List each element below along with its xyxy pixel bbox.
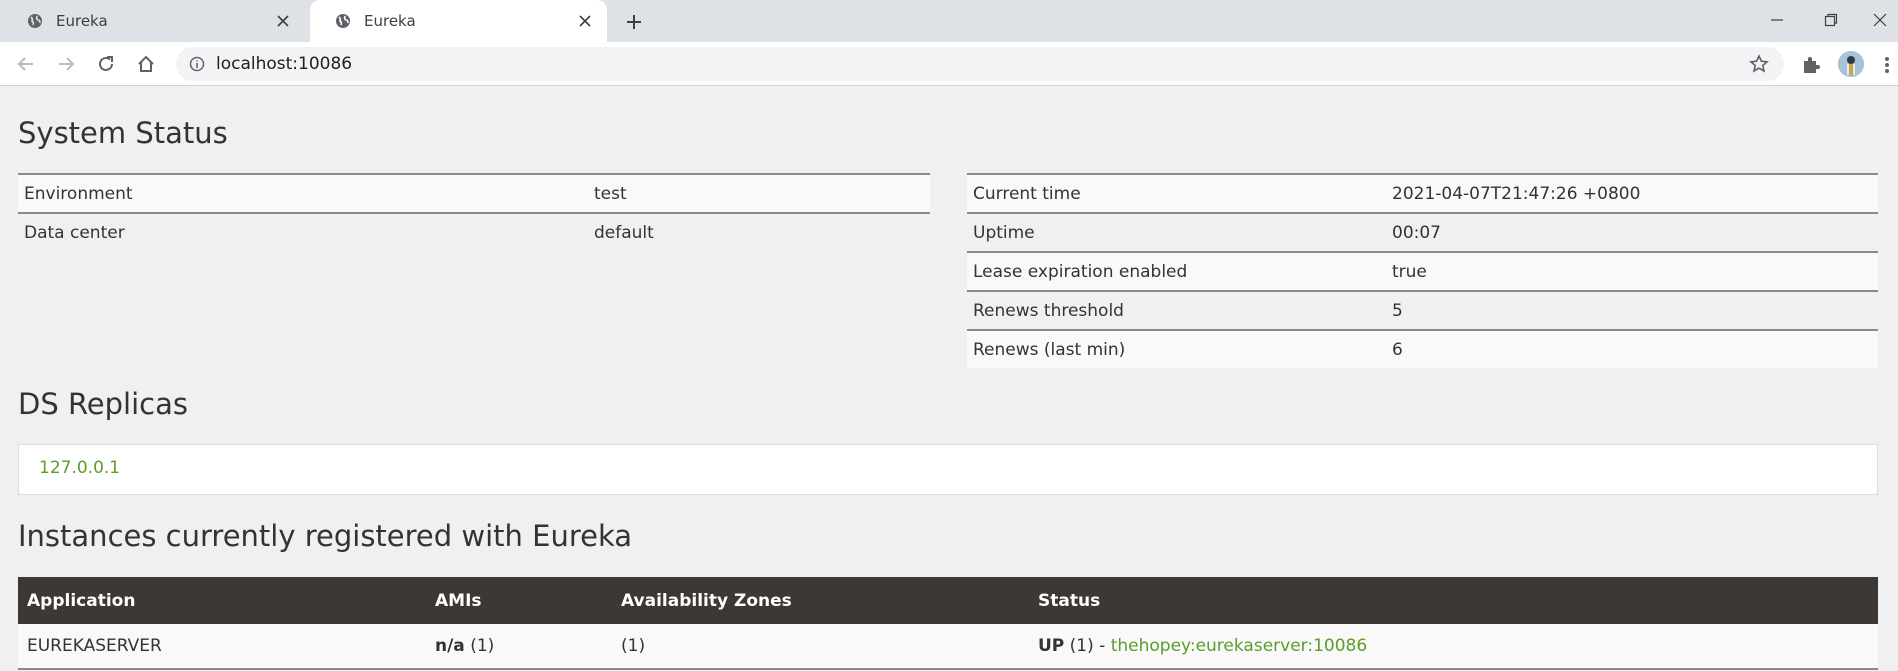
- table-row: Environment test: [18, 173, 930, 213]
- table-row: Lease expiration enabled true: [967, 251, 1878, 291]
- address-bar[interactable]: localhost:10086: [176, 47, 1784, 81]
- renews-threshold-value: 5: [1386, 290, 1878, 330]
- back-arrow-icon[interactable]: [12, 50, 40, 78]
- profile-avatar[interactable]: [1838, 51, 1864, 77]
- instances-heading: Instances currently registered with Eure…: [18, 519, 633, 553]
- col-application: Application: [18, 577, 426, 624]
- close-icon[interactable]: [575, 11, 595, 31]
- current-time-value: 2021-04-07T21:47:26 +0800: [1386, 173, 1878, 213]
- tab-eureka-2[interactable]: Eureka: [310, 0, 607, 42]
- table-row: Current time 2021-04-07T21:47:26 +0800: [967, 173, 1878, 213]
- tab-title: Eureka: [364, 12, 416, 30]
- environment-table: Environment test Data center default: [18, 173, 930, 251]
- more-vert-icon[interactable]: [1880, 52, 1894, 78]
- globe-icon: [26, 12, 44, 30]
- lease-expiration-label: Lease expiration enabled: [967, 251, 1386, 291]
- uptime-label: Uptime: [967, 212, 1386, 252]
- table-row: EUREKASERVER n/a (1) (1) UP (1) - thehop…: [18, 624, 1878, 670]
- table-row: Renews threshold 5: [967, 290, 1878, 330]
- forward-arrow-icon[interactable]: [52, 50, 80, 78]
- site-info-icon[interactable]: [188, 55, 206, 73]
- zones-cell: (1): [612, 624, 1029, 670]
- ds-replicas-panel: 127.0.0.1: [18, 444, 1878, 495]
- env-label: Environment: [18, 173, 588, 213]
- amis-cell: n/a (1): [426, 624, 612, 670]
- status-up: UP: [1038, 636, 1065, 656]
- tab-title: Eureka: [56, 12, 108, 30]
- env-value: test: [588, 173, 930, 213]
- status-cell: UP (1) - thehopey:eurekaserver:10086: [1029, 624, 1878, 670]
- table-row: Renews (last min) 6: [967, 329, 1878, 368]
- url-text[interactable]: localhost:10086: [216, 54, 352, 74]
- app-name: EUREKASERVER: [18, 624, 426, 670]
- window-close-icon[interactable]: [1862, 6, 1898, 34]
- tab-eureka-1[interactable]: Eureka: [0, 0, 305, 42]
- home-icon[interactable]: [132, 50, 160, 78]
- reload-icon[interactable]: [92, 50, 120, 78]
- restore-icon[interactable]: [1808, 6, 1854, 34]
- replica-link[interactable]: 127.0.0.1: [39, 458, 120, 478]
- amis-count: (1): [464, 636, 495, 656]
- datacenter-label: Data center: [18, 212, 588, 251]
- new-tab-plus-icon[interactable]: [621, 9, 647, 35]
- renews-threshold-label: Renews threshold: [967, 290, 1386, 330]
- extensions-puzzle-icon[interactable]: [1799, 53, 1823, 77]
- ds-replicas-heading: DS Replicas: [18, 387, 188, 421]
- tab-strip: Eureka Eureka: [0, 0, 1898, 42]
- table-row: Data center default: [18, 212, 930, 251]
- datacenter-value: default: [588, 212, 930, 251]
- renews-last-min-value: 6: [1386, 329, 1878, 368]
- instances-table: Application AMIs Availability Zones Stat…: [18, 577, 1878, 670]
- status-count: (1) -: [1064, 636, 1111, 656]
- browser-toolbar: localhost:10086: [0, 42, 1898, 86]
- status-info-table: Current time 2021-04-07T21:47:26 +0800 U…: [967, 173, 1878, 368]
- minimize-icon[interactable]: [1754, 6, 1800, 34]
- col-status: Status: [1029, 577, 1878, 624]
- renews-last-min-label: Renews (last min): [967, 329, 1386, 368]
- system-status-heading: System Status: [18, 116, 228, 150]
- uptime-value: 00:07: [1386, 212, 1878, 252]
- col-amis: AMIs: [426, 577, 612, 624]
- table-header-row: Application AMIs Availability Zones Stat…: [18, 577, 1878, 624]
- globe-icon: [334, 12, 352, 30]
- lease-expiration-value: true: [1386, 251, 1878, 291]
- close-icon[interactable]: [273, 11, 293, 31]
- instance-link[interactable]: thehopey:eurekaserver:10086: [1111, 636, 1367, 656]
- col-availability-zones: Availability Zones: [612, 577, 1029, 624]
- amis-value: n/a: [435, 636, 465, 656]
- table-row: Uptime 00:07: [967, 212, 1878, 252]
- current-time-label: Current time: [967, 173, 1386, 213]
- bookmark-star-icon[interactable]: [1748, 53, 1770, 75]
